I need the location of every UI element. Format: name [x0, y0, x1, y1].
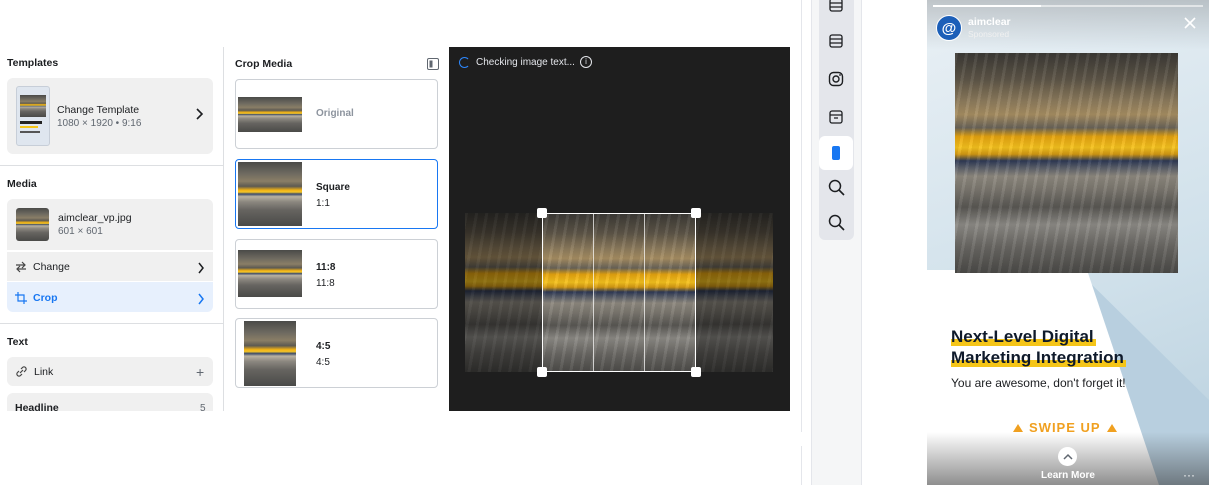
- crop-handle-bottom-left[interactable]: [537, 367, 547, 377]
- story-headline: Next-Level Digital Marketing Integration: [951, 326, 1126, 368]
- divider: [801, 0, 802, 432]
- media-thumbnail: [16, 208, 49, 241]
- change-template-card[interactable]: Change Template 1080 × 1920 • 9:16: [7, 78, 213, 154]
- chevron-up-icon[interactable]: [1058, 447, 1077, 466]
- panel-divider: [223, 47, 224, 411]
- media-filename: aimclear_vp.jpg: [58, 212, 132, 224]
- mobile-icon[interactable]: [819, 136, 853, 170]
- info-icon[interactable]: i: [580, 56, 592, 68]
- divider: [0, 165, 224, 166]
- headline-label: Headline: [15, 402, 59, 414]
- grid-line: [644, 214, 645, 371]
- crop-box[interactable]: [542, 213, 696, 372]
- triangle-up-icon: [1106, 423, 1117, 432]
- chevron-right-icon: [195, 107, 204, 124]
- grid-line: [593, 214, 594, 371]
- template-size: 1080 × 1920 • 9:16: [57, 118, 142, 129]
- crop-option-4-5[interactable]: 4:5 4:5: [235, 318, 438, 388]
- headline-count: 5: [200, 403, 206, 414]
- story-body: You are awesome, don't forget it!: [951, 376, 1126, 390]
- crop-handle-top-right[interactable]: [691, 208, 701, 218]
- media-dimensions: 601 × 601: [58, 226, 103, 237]
- text-title: Text: [7, 336, 28, 348]
- divider: [0, 323, 224, 324]
- crop-canvas: Checking image text... i: [449, 47, 790, 411]
- layout-icon[interactable]: [819, 100, 853, 134]
- template-name: Change Template: [57, 104, 140, 116]
- template-thumbnail: [16, 86, 50, 146]
- crop-thumbnail: [238, 162, 302, 226]
- swap-icon: [15, 260, 27, 278]
- crop-option-square[interactable]: Square 1:1: [235, 159, 438, 229]
- crop-thumbnail: [244, 321, 296, 386]
- triangle-up-icon: [1013, 423, 1023, 432]
- link-icon: [15, 365, 28, 383]
- headline-line-2: Marketing Integration: [951, 348, 1126, 367]
- instagram-icon[interactable]: [819, 62, 853, 96]
- plus-icon: +: [196, 364, 205, 380]
- loading-spinner-icon: [459, 57, 470, 68]
- collapse-panel-icon[interactable]: [427, 57, 439, 75]
- story-preview: @ aimclear Sponsored Next-Level Digital …: [927, 0, 1209, 485]
- media-card: aimclear_vp.jpg 601 × 601: [7, 199, 213, 250]
- sponsored-label: Sponsored: [968, 29, 1010, 39]
- change-media-button[interactable]: Change: [7, 252, 213, 281]
- templates-title: Templates: [7, 57, 59, 69]
- media-title: Media: [7, 178, 37, 190]
- divider: [801, 446, 802, 485]
- more-options-icon[interactable]: ···: [1183, 468, 1195, 482]
- crop-media-button[interactable]: Crop: [7, 282, 213, 312]
- headline-line-1: Next-Level Digital: [951, 327, 1096, 346]
- crop-option-name: 11:8: [316, 262, 336, 273]
- crop-option-name: 4:5: [316, 341, 331, 352]
- crop-option-ratio: 4:5: [316, 357, 330, 368]
- chevron-right-icon: [197, 261, 205, 279]
- crop-option-ratio: 1:1: [316, 198, 330, 209]
- headline-field[interactable]: Headline 5: [7, 393, 213, 414]
- crop-icon: [15, 291, 27, 309]
- link-label: Link: [34, 366, 54, 378]
- search-icon[interactable]: [819, 170, 853, 204]
- crop-thumbnail: [238, 250, 302, 297]
- learn-more-label[interactable]: Learn More: [927, 470, 1209, 481]
- crop-handle-top-left[interactable]: [537, 208, 547, 218]
- chevron-right-icon: [197, 292, 205, 310]
- crop-handle-bottom-right[interactable]: [691, 367, 701, 377]
- crop-option-ratio: 11:8: [316, 278, 335, 289]
- crop-media-title: Crop Media: [235, 58, 293, 70]
- change-label: Change: [33, 261, 70, 273]
- layout-icon[interactable]: [819, 0, 853, 22]
- close-icon[interactable]: [1183, 16, 1197, 35]
- account-name: aimclear: [968, 16, 1011, 28]
- crop-option-original[interactable]: Original: [235, 79, 438, 149]
- story-progress-bar: [933, 5, 1203, 7]
- crop-option-name: Square: [316, 182, 350, 193]
- crop-option-name: Original: [316, 108, 354, 119]
- crop-label: Crop: [33, 292, 58, 304]
- checking-status: Checking image text...: [476, 57, 575, 68]
- search-icon[interactable]: [819, 205, 853, 239]
- crop-thumbnail: [238, 97, 302, 132]
- layout-icon[interactable]: [819, 24, 853, 58]
- story-image: [955, 53, 1178, 273]
- link-field-button[interactable]: Link +: [7, 357, 213, 386]
- account-avatar: @: [936, 15, 962, 41]
- crop-option-11-8[interactable]: 11:8 11:8: [235, 239, 438, 309]
